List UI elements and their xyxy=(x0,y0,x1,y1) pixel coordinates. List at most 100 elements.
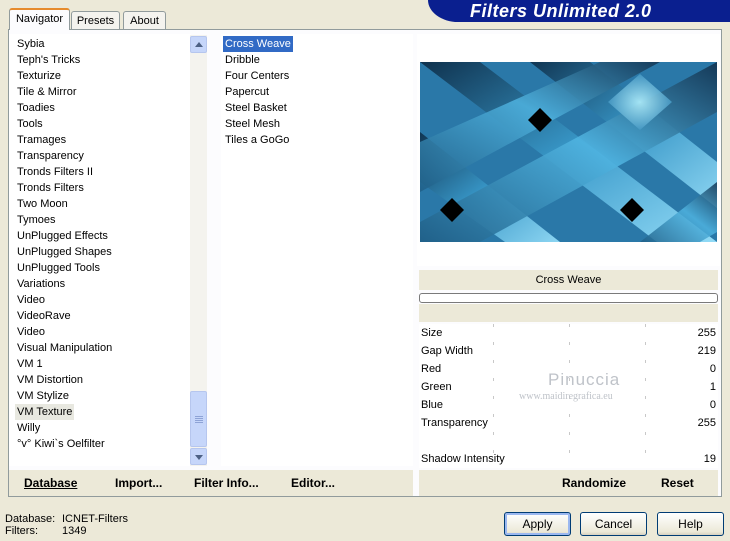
slider-tick xyxy=(493,396,494,399)
param-label: Size xyxy=(421,327,443,339)
slider-tick xyxy=(493,360,494,363)
param-label: Green xyxy=(421,381,452,393)
slider-tick xyxy=(645,432,646,435)
param-value: 255 xyxy=(697,417,716,429)
category-item[interactable]: Video xyxy=(15,292,47,308)
params-spacer xyxy=(419,304,718,322)
category-item[interactable]: UnPlugged Tools xyxy=(15,260,102,276)
filter-item[interactable]: Four Centers xyxy=(223,68,291,84)
category-item[interactable]: VideoRave xyxy=(15,308,73,324)
help-button[interactable]: Help xyxy=(657,512,724,536)
category-item[interactable]: Two Moon xyxy=(15,196,70,212)
grip-icon xyxy=(195,422,203,423)
param-value: 1 xyxy=(709,381,716,393)
filter-item[interactable]: Cross Weave xyxy=(223,36,293,52)
database-value: ICNET-Filters xyxy=(62,513,128,525)
app-title: Filters Unlimited 2.0 xyxy=(470,1,652,21)
category-scrollbar[interactable] xyxy=(190,35,207,466)
slider-tick xyxy=(493,432,494,435)
category-item[interactable]: VM Distortion xyxy=(15,372,85,388)
param-slider-row[interactable]: Gap Width 219 xyxy=(419,342,718,360)
filter-item[interactable]: Dribble xyxy=(223,52,262,68)
category-item[interactable]: VM Texture xyxy=(15,404,75,420)
scroll-thumb[interactable] xyxy=(190,391,207,447)
tab-navigator[interactable]: Navigator xyxy=(9,8,70,30)
param-value: 0 xyxy=(709,399,716,411)
slider-tick xyxy=(645,342,646,345)
filter-item[interactable]: Steel Mesh xyxy=(223,116,282,132)
category-item[interactable]: UnPlugged Shapes xyxy=(15,244,114,260)
slider-tick xyxy=(645,324,646,327)
param-label: Shadow Intensity xyxy=(421,453,505,465)
slider-tick xyxy=(645,450,646,453)
category-item[interactable]: Tronds Filters II xyxy=(15,164,95,180)
filter-item[interactable]: Papercut xyxy=(223,84,271,100)
category-item[interactable]: VM 1 xyxy=(15,356,45,372)
slider-tick xyxy=(645,396,646,399)
param-value: 0 xyxy=(709,363,716,375)
param-value: 19 xyxy=(703,453,716,465)
filters-label: Filters: xyxy=(5,525,38,537)
slider-tick xyxy=(569,324,570,327)
param-slider-row[interactable]: Size 255 xyxy=(419,324,718,342)
filter-name-bar: Cross Weave xyxy=(419,270,718,290)
category-item[interactable]: Video xyxy=(15,324,47,340)
category-item[interactable]: Tymoes xyxy=(15,212,58,228)
category-item[interactable]: VM Stylize xyxy=(15,388,71,404)
category-item[interactable]: UnPlugged Effects xyxy=(15,228,110,244)
category-item[interactable]: Tile & Mirror xyxy=(15,84,78,100)
category-item[interactable]: Tools xyxy=(15,116,45,132)
filter-item[interactable]: Tiles a GoGo xyxy=(223,132,291,148)
tab-about[interactable]: About xyxy=(123,11,166,29)
slider-tick xyxy=(569,342,570,345)
watermark-site: www.maidiregrafica.eu xyxy=(519,391,613,402)
filter-preview-image xyxy=(420,62,717,242)
reset-button[interactable]: Reset xyxy=(661,476,694,490)
category-list[interactable]: Sybia Teph's Tricks Texturize Tile & Mirror… xyxy=(9,34,191,466)
category-item[interactable]: Variations xyxy=(15,276,67,292)
slider-tick xyxy=(493,342,494,345)
filters-count: 1349 xyxy=(62,525,87,537)
param-label: Gap Width xyxy=(421,345,473,357)
category-item[interactable]: Texturize xyxy=(15,68,63,84)
chevron-up-icon xyxy=(195,42,203,47)
category-item[interactable]: Tramages xyxy=(15,132,68,148)
param-value: 219 xyxy=(697,345,716,357)
apply-button[interactable]: Apply xyxy=(504,512,571,536)
category-item[interactable]: °v° Kiwi`s Oelfilter xyxy=(15,436,107,452)
param-label: Blue xyxy=(421,399,444,411)
tab-presets[interactable]: Presets xyxy=(71,11,120,29)
category-item[interactable]: Visual Manipulation xyxy=(15,340,114,356)
chevron-down-icon xyxy=(195,455,203,460)
category-item[interactable]: Transparency xyxy=(15,148,86,164)
category-item[interactable]: Toadies xyxy=(15,100,57,116)
import-button[interactable]: Import... xyxy=(115,476,162,490)
editor-button[interactable]: Editor... xyxy=(291,476,335,490)
category-item[interactable]: Tronds Filters xyxy=(15,180,86,196)
param-slider-row[interactable]: Transparency 255 xyxy=(419,414,718,432)
slider-tick xyxy=(645,360,646,363)
slider-tick xyxy=(569,432,570,435)
slider-tick xyxy=(645,378,646,381)
filter-list[interactable]: Cross Weave Dribble Four Centers Papercut St… xyxy=(221,34,413,466)
slider-tick xyxy=(493,378,494,381)
category-item[interactable]: Teph's Tricks xyxy=(15,52,82,68)
slider-tick xyxy=(569,414,570,417)
database-label: Database: xyxy=(5,513,56,525)
param-slider-row[interactable] xyxy=(419,432,718,450)
category-item[interactable]: Sybia xyxy=(15,36,47,52)
slider-tick xyxy=(569,360,570,363)
filter-info-button[interactable]: Filter Info... xyxy=(194,476,259,490)
param-slider-row[interactable]: Shadow Intensity 19 xyxy=(419,450,718,468)
filter-item[interactable]: Steel Basket xyxy=(223,100,289,116)
slider-tick xyxy=(645,414,646,417)
grip-icon xyxy=(195,418,203,419)
scroll-down-button[interactable] xyxy=(190,448,207,465)
randomize-button[interactable]: Randomize xyxy=(562,476,626,490)
param-value: 255 xyxy=(697,327,716,339)
category-item[interactable]: Willy xyxy=(15,420,42,436)
database-button[interactable]: Database xyxy=(24,476,77,490)
cancel-button[interactable]: Cancel xyxy=(580,512,647,536)
scroll-up-button[interactable] xyxy=(190,36,207,53)
slider-tick xyxy=(569,450,570,453)
